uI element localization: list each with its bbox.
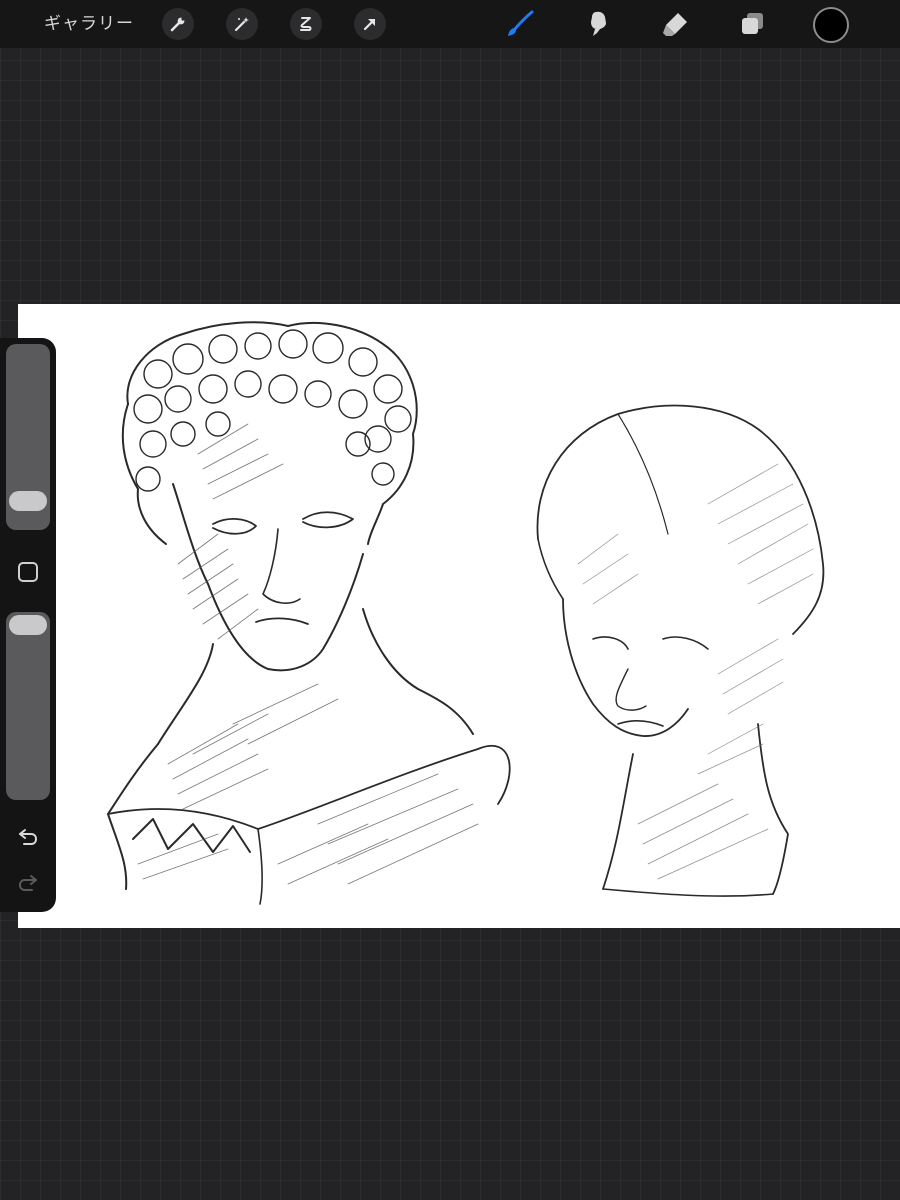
undo-icon: [19, 829, 38, 845]
layers-icon: [742, 13, 763, 34]
smudge-tool-button[interactable]: [580, 6, 616, 42]
modify-button[interactable]: [16, 560, 40, 584]
redo-button[interactable]: [14, 868, 42, 896]
arrow-cursor-icon: [363, 18, 376, 31]
sketch-artwork: [107, 321, 825, 905]
wrench-icon: [170, 17, 185, 32]
drawing-canvas[interactable]: [18, 304, 900, 928]
eraser-icon: [663, 13, 687, 36]
undo-button[interactable]: [14, 822, 42, 850]
redo-icon: [18, 875, 37, 891]
color-picker-swatch[interactable]: [813, 7, 849, 43]
smudge-icon: [591, 11, 606, 36]
square-icon: [18, 562, 38, 582]
opacity-slider-knob[interactable]: [9, 615, 47, 635]
brush-icon: [508, 10, 534, 36]
layers-tool-button[interactable]: [734, 6, 770, 42]
top-toolbar: ギャラリー: [0, 0, 900, 48]
brush-size-slider-knob[interactable]: [9, 491, 47, 511]
selection-button[interactable]: [290, 8, 322, 40]
selection-s-icon: [300, 17, 312, 31]
transform-button[interactable]: [354, 8, 386, 40]
actions-button[interactable]: [162, 8, 194, 40]
eraser-tool-button[interactable]: [657, 6, 693, 42]
gallery-button[interactable]: ギャラリー: [44, 12, 134, 36]
brush-size-slider[interactable]: [6, 344, 50, 530]
side-toolbar: [0, 338, 56, 912]
brush-tool-button[interactable]: [502, 6, 538, 42]
opacity-slider[interactable]: [6, 612, 50, 800]
adjustments-button[interactable]: [226, 8, 258, 40]
magic-wand-icon: [234, 17, 249, 32]
